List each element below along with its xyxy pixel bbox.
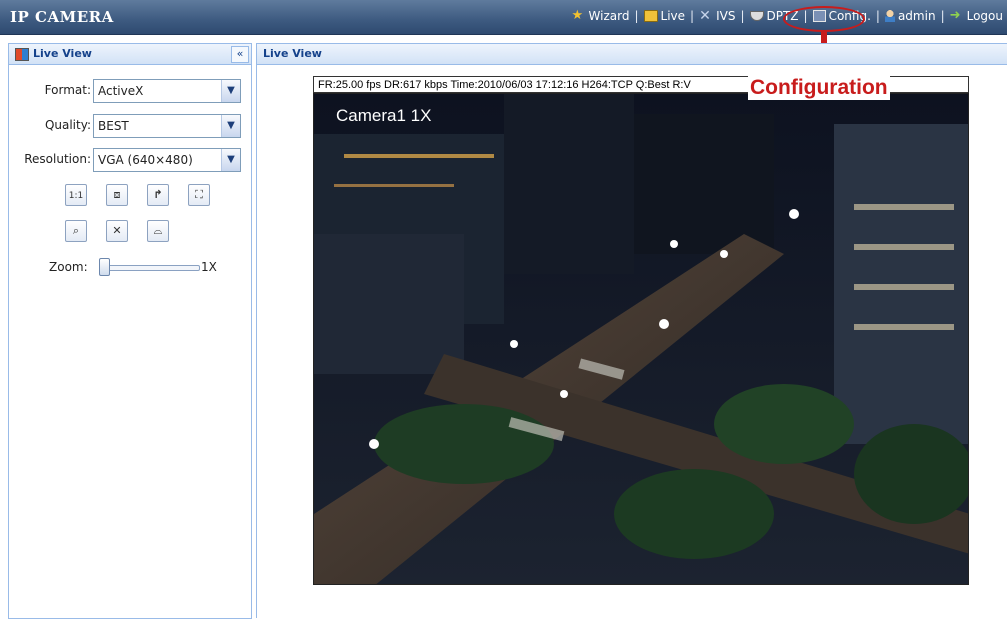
- format-select[interactable]: ActiveX ▼: [93, 79, 241, 103]
- dome-camera-icon: [749, 11, 764, 21]
- resolution-row: Resolution: VGA (640×480) ▼: [9, 148, 251, 172]
- original-size-icon: 1:1: [68, 191, 84, 201]
- nav-ivs[interactable]: ✕ IVS: [695, 9, 739, 23]
- left-panel-title: Live View: [33, 47, 92, 60]
- quality-label: Quality:: [44, 118, 91, 132]
- camera-icon: ⧈: [113, 188, 121, 201]
- fullscreen-icon: ⛶: [195, 188, 203, 201]
- nav-admin-label: admin: [897, 9, 936, 23]
- format-row: Format: ActiveX ▼: [9, 79, 251, 103]
- chevron-down-icon[interactable]: ▼: [221, 149, 240, 171]
- zoom-value: 1X: [201, 260, 217, 274]
- nav-logout-label: Logou: [966, 9, 1003, 23]
- left-panel-header: Live View «: [9, 44, 251, 65]
- camera-overlay-label: Camera1 1X: [336, 106, 432, 125]
- zoom-view-button[interactable]: ⌕: [65, 220, 87, 242]
- user-icon: [884, 10, 895, 22]
- nav-live-label: Live: [660, 9, 686, 23]
- quality-value: BEST: [98, 119, 129, 133]
- right-panel-header: Live View: [257, 44, 1007, 65]
- nav-logout[interactable]: ➜ Logou: [946, 8, 1007, 24]
- zoom-slider-track[interactable]: [103, 265, 200, 271]
- nav-ivs-label: IVS: [716, 9, 736, 23]
- right-panel-title: Live View: [263, 47, 322, 60]
- annotation-highlight-ellipse: [783, 6, 865, 32]
- resolution-value: VGA (640×480): [98, 153, 193, 167]
- annotation-label: Configuration: [748, 76, 890, 100]
- zoom-label: Zoom:: [49, 260, 88, 274]
- magnifier-icon: ⌕: [72, 224, 80, 237]
- quality-select[interactable]: BEST ▼: [93, 114, 241, 138]
- chevron-down-icon[interactable]: ▼: [221, 115, 240, 137]
- quality-row: Quality: BEST ▼: [9, 114, 251, 138]
- ivs-icon: ✕: [699, 8, 711, 24]
- chevron-down-icon[interactable]: ▼: [221, 80, 240, 102]
- dome-camera-icon: ⌓: [153, 224, 163, 237]
- stream-status-text: FR:25.00 fps DR:617 kbps Time:2010/06/03…: [318, 79, 691, 91]
- panel-icon: [15, 48, 29, 61]
- monitor-icon: [643, 10, 658, 22]
- rotate-button[interactable]: ↱: [147, 184, 169, 206]
- left-live-view-panel: Live View « Format: ActiveX ▼ Quality: B…: [8, 43, 252, 619]
- format-label: Format:: [44, 83, 91, 97]
- app-title: IP CAMERA: [10, 8, 114, 26]
- snapshot-button[interactable]: ⧈: [106, 184, 128, 206]
- collapse-panel-button[interactable]: «: [231, 46, 249, 63]
- rotate-arrow-icon: ↱: [153, 188, 163, 201]
- star-icon: ★: [571, 8, 584, 23]
- format-value: ActiveX: [98, 84, 144, 98]
- nav-admin[interactable]: admin: [881, 9, 940, 23]
- zoom-slider-thumb[interactable]: [99, 258, 110, 276]
- original-size-button[interactable]: 1:1: [65, 184, 87, 206]
- resolution-label: Resolution:: [24, 152, 91, 166]
- ptz-button[interactable]: ⌓: [147, 220, 169, 242]
- logout-icon: ➜: [949, 8, 961, 23]
- nav-wizard[interactable]: ★ Wizard: [568, 8, 634, 24]
- resolution-select[interactable]: VGA (640×480) ▼: [93, 148, 241, 172]
- ivs-toggle-button[interactable]: ✕: [106, 220, 128, 242]
- live-video-feed[interactable]: Camera1 1X: [313, 93, 969, 585]
- nav-wizard-label: Wizard: [588, 9, 630, 23]
- nav-live[interactable]: Live: [640, 9, 690, 23]
- ivs-icon: ✕: [112, 224, 122, 237]
- fullscreen-button[interactable]: ⛶: [188, 184, 210, 206]
- video-scene: [314, 94, 968, 584]
